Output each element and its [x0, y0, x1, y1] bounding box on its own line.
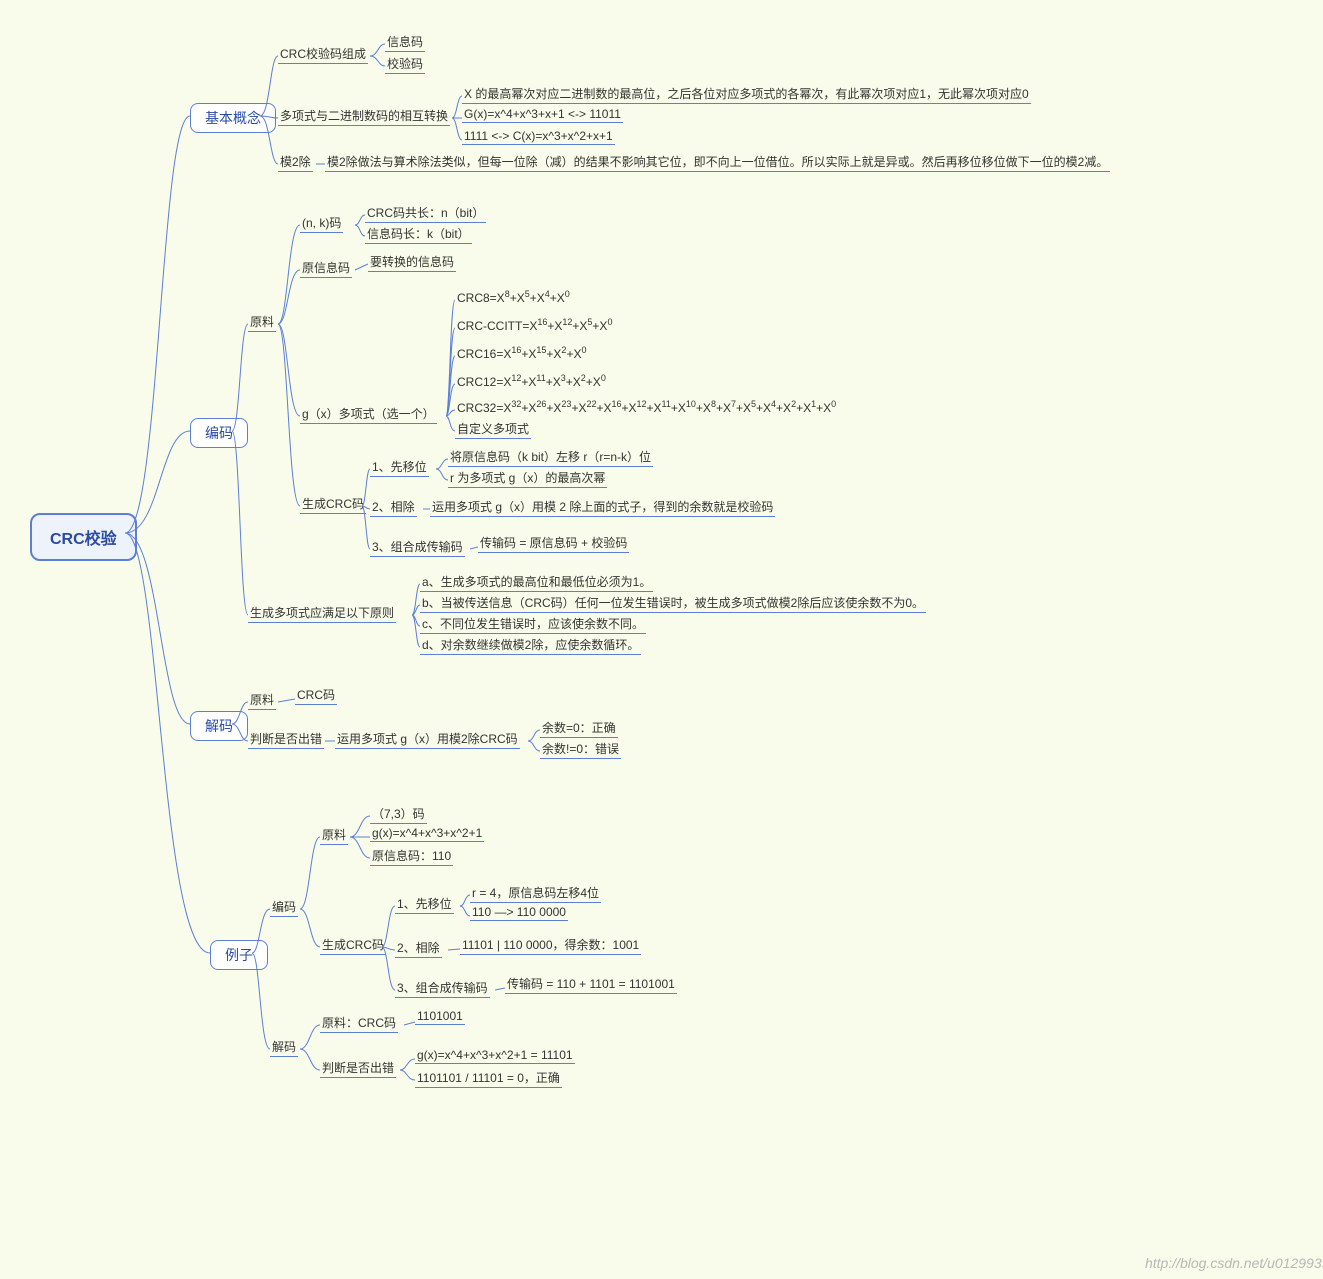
info-to-convert: 要转换的信息码 [368, 252, 456, 272]
crc-composition: CRC校验码组成 [278, 44, 368, 64]
crc12: CRC12=X12+X11+X3+X2+X0 [455, 372, 608, 390]
ex-judge1: g(x)=x^4+x^3+x^2+1 = 11101 [415, 1047, 575, 1064]
ex-div1: 11101 | 110 0000，得余数：1001 [460, 935, 641, 955]
remn0: 余数!=0：错误 [540, 739, 621, 759]
ex-judge2: 1101101 / 11101 = 0，正确 [415, 1068, 562, 1088]
combine-desc: 传输码 = 原信息码 + 校验码 [478, 533, 629, 553]
mod2: 模2除 [278, 152, 313, 172]
crc16: CRC16=X16+X15+X2+X0 [455, 344, 588, 362]
ex-73: （7,3）码 [370, 804, 427, 824]
step-div: 2、相除 [370, 497, 417, 517]
decode-crc: CRC码 [295, 685, 337, 705]
root-node[interactable]: CRC校验 [30, 513, 137, 561]
ex-shift2: 110 —> 110 0000 [470, 904, 568, 921]
orig-info: 原信息码 [300, 258, 352, 278]
crc32: CRC32=X32+X26+X23+X22+X16+X12+X11+X10+X8… [455, 398, 838, 416]
ex-shift1: r = 4，原信息码左移4位 [470, 883, 601, 903]
ex-div: 2、相除 [395, 938, 442, 958]
poly-ex2: 1111 <-> C(x)=x^3+x^2+x+1 [462, 128, 615, 145]
info-code: 信息码 [385, 32, 425, 52]
judge-error: 判断是否出错 [248, 729, 324, 749]
ex-dec-crc: 1101001 [415, 1008, 465, 1025]
gen-crc: 生成CRC码 [300, 494, 366, 514]
ex-gx: g(x)=x^4+x^3+x^2+1 [370, 825, 484, 842]
gen-poly-rules: 生成多项式应满足以下原则 [248, 603, 396, 623]
rule-d: d、对余数继续做模2除，应使余数循环。 [420, 635, 641, 655]
poly-ex1: G(x)=x^4+x^3+x+1 <-> 11011 [462, 106, 623, 123]
ex-combine: 3、组合成传输码 [395, 978, 490, 998]
step-shift: 1、先移位 [370, 457, 429, 477]
decode-material: 原料 [248, 690, 276, 710]
ex-combine1: 传输码 = 110 + 1101 = 1101001 [505, 974, 677, 994]
crc-len: CRC码共长：n（bit） [365, 203, 486, 223]
branch-basic-concept[interactable]: 基本概念 [190, 103, 276, 133]
rule-a: a、生成多项式的最高位和最低位必须为1。 [420, 572, 653, 592]
branch-decoding[interactable]: 解码 [190, 711, 248, 741]
rule-b: b、当被传送信息（CRC码）任何一位发生错误时，被生成多项式做模2除后应该使余数… [420, 593, 926, 613]
ex-info: 原信息码：110 [370, 846, 453, 866]
ex-encode: 编码 [270, 897, 298, 917]
rule-c: c、不同位发生错误时，应该使余数不同。 [420, 614, 646, 634]
gx-poly: g（x）多项式（选一个） [300, 404, 437, 424]
judge-method: 运用多项式 g（x）用模2除CRC码 [335, 729, 520, 749]
div-desc: 运用多项式 g（x）用模 2 除上面的式子，得到的余数就是校验码 [430, 497, 775, 517]
ex-judge: 判断是否出错 [320, 1058, 396, 1078]
ex-dec-material: 原料：CRC码 [320, 1013, 398, 1033]
step-combine: 3、组合成传输码 [370, 537, 465, 557]
encode-material: 原料 [248, 312, 276, 332]
ex-material: 原料 [320, 825, 348, 845]
branch-encoding[interactable]: 编码 [190, 418, 248, 448]
mod2-desc: 模2除做法与算术除法类似，但每一位除（减）的结果不影响其它位，即不向上一位借位。… [325, 152, 1110, 172]
ex-shift: 1、先移位 [395, 894, 454, 914]
ex-gen-crc: 生成CRC码 [320, 935, 386, 955]
watermark: http://blog.csdn.net/u012993936 [1145, 1255, 1323, 1271]
rem0: 余数=0：正确 [540, 718, 618, 738]
poly-binary: 多项式与二进制数码的相互转换 [278, 106, 450, 126]
crc8: CRC8=X8+X5+X4+X0 [455, 288, 572, 306]
custom-poly: 自定义多项式 [455, 419, 531, 439]
ex-decode: 解码 [270, 1037, 298, 1057]
branch-example[interactable]: 例子 [210, 940, 268, 970]
crc-ccitt: CRC-CCITT=X16+X12+X5+X0 [455, 316, 614, 334]
check-code: 校验码 [385, 54, 425, 74]
r-desc: r 为多项式 g（x）的最高次幂 [448, 468, 607, 488]
shift-desc: 将原信息码（k bit）左移 r（r=n-k）位 [448, 447, 653, 467]
nk-code: (n, k)码 [300, 213, 343, 233]
info-len: 信息码长：k（bit） [365, 224, 472, 244]
poly-desc: X 的最高幂次对应二进制数的最高位，之后各位对应多项式的各幂次，有此幂次项对应1… [462, 84, 1031, 104]
